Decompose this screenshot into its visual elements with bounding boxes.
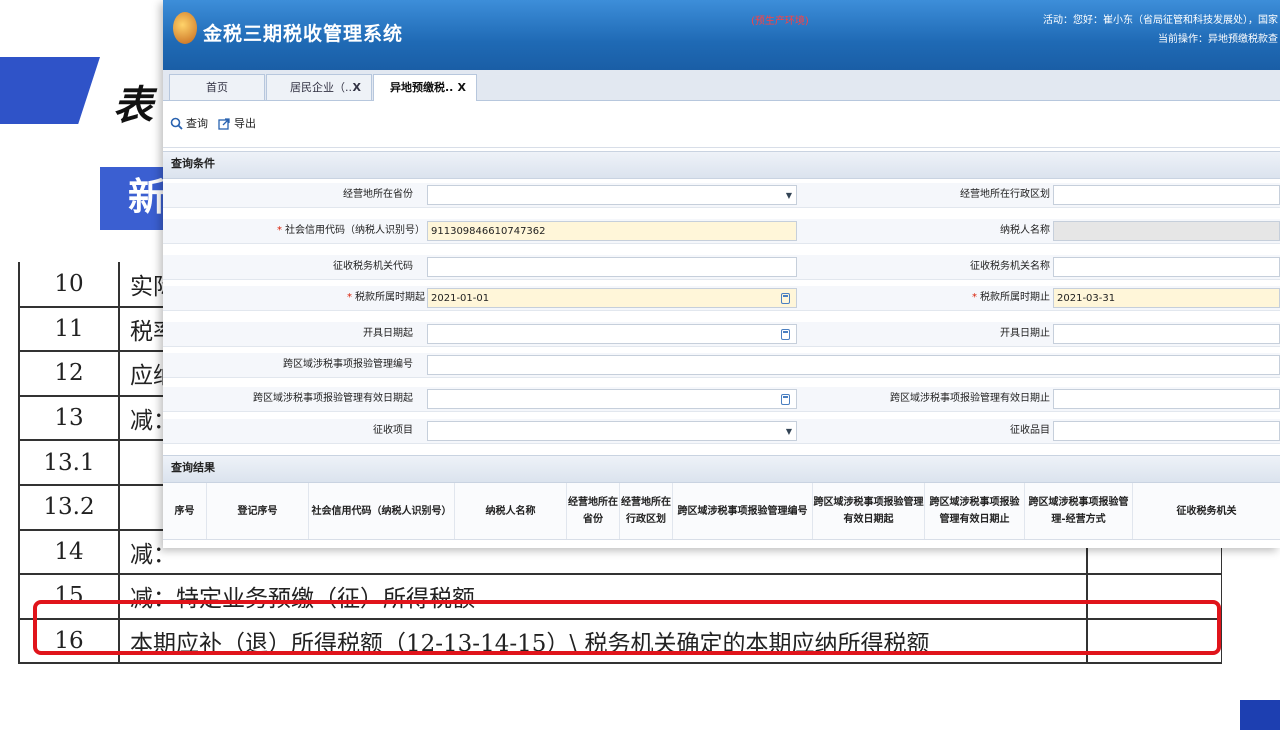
tab-resident-enterprise[interactable]: 居民企业（.. X: [266, 74, 372, 100]
tax-office-name-input[interactable]: [1053, 257, 1280, 277]
tab-label: 异地预缴税..: [390, 81, 454, 94]
search-icon: [170, 117, 183, 130]
levy-item-select[interactable]: ▼: [427, 421, 797, 441]
valid-end-input[interactable]: [1053, 389, 1280, 409]
issue-end-label: 开具日期止: [1000, 328, 1050, 339]
export-icon: [218, 117, 230, 130]
period-start-label-text: 税款所属时期起: [355, 292, 425, 303]
valid-end-label: 跨区域涉税事项报验管理有效日期止: [890, 393, 1050, 404]
form-row: 跨区域涉税事项报验管理编号: [163, 353, 1280, 378]
tab-label: 首页: [206, 81, 228, 94]
period-end-input[interactable]: 2021-03-31: [1053, 288, 1280, 308]
cross-reg-no-label: 跨区域涉税事项报验管理编号: [283, 359, 413, 370]
valid-start-label: 跨区域涉税事项报验管理有效日期起: [253, 393, 413, 404]
credit-code-label: * 社会信用代码（纳税人识别号）: [277, 225, 425, 236]
form-row: 征收项目 ▼ 征收品目: [163, 419, 1280, 444]
district-select[interactable]: [1053, 185, 1280, 205]
query-label: 查询: [186, 117, 208, 130]
form-row: * 税款所属时期起 2021-01-01 * 税款所属时期止 2021-03-31: [163, 286, 1280, 311]
tab-close-icon[interactable]: X: [458, 75, 466, 101]
province-select[interactable]: ▼: [427, 185, 797, 205]
form-row: 征收税务机关代码 征收税务机关名称: [163, 255, 1280, 280]
query-button[interactable]: 查询: [170, 115, 208, 131]
column-header[interactable]: 社会信用代码（纳税人识别号）: [309, 483, 455, 539]
query-results-header: 查询结果: [163, 455, 1280, 483]
credit-code-input[interactable]: 911309846610747362: [427, 221, 797, 241]
column-header[interactable]: 跨区域涉税事项报验管理有效日期止: [925, 483, 1025, 539]
form-row: * 社会信用代码（纳税人识别号） 911309846610747362 纳税人名称: [163, 219, 1280, 244]
column-header[interactable]: 登记序号: [207, 483, 309, 539]
issue-end-input[interactable]: [1053, 324, 1280, 344]
chevron-down-icon: ▼: [785, 191, 792, 200]
column-header[interactable]: 征收税务机关: [1133, 483, 1280, 539]
slide-corner-accent: [1240, 700, 1280, 730]
levy-item-label: 征收项目: [373, 425, 413, 436]
row-number: 10: [18, 262, 120, 308]
app-window: 金税三期税收管理系统 (预生产环境) 活动：您好：崔小东（省局征管和科技发展处）…: [163, 0, 1280, 548]
calendar-icon[interactable]: [781, 394, 790, 405]
column-header[interactable]: 纳税人名称: [455, 483, 567, 539]
highlight-box: [33, 600, 1221, 655]
calendar-icon[interactable]: [781, 329, 790, 340]
tab-home[interactable]: 首页: [169, 74, 265, 100]
row-number: 12: [18, 351, 120, 397]
form-row: 经营地所在省份 ▼ 经营地所在行政区划: [163, 183, 1280, 208]
tax-office-name-label: 征收税务机关名称: [970, 261, 1050, 272]
period-end-label: * 税款所属时期止: [972, 292, 1050, 303]
tab-label: 居民企业（..: [290, 81, 352, 94]
province-label: 经营地所在省份: [343, 189, 413, 200]
column-header[interactable]: 跨区域涉税事项报验管理-经营方式: [1025, 483, 1133, 539]
column-header[interactable]: 跨区域涉税事项报验管理编号: [673, 483, 813, 539]
export-label: 导出: [234, 117, 256, 130]
row-number: 14: [18, 529, 120, 576]
slide-subtitle: 新: [100, 167, 172, 230]
column-header[interactable]: 经营地所在行政区划: [620, 483, 673, 539]
form-row: 跨区域涉税事项报验管理有效日期起 跨区域涉税事项报验管理有效日期止: [163, 387, 1280, 412]
app-header: 金税三期税收管理系统 (预生产环境) 活动：您好：崔小东（省局征管和科技发展处）…: [163, 0, 1280, 70]
results-grid-header: 序号 登记序号 社会信用代码（纳税人识别号） 纳税人名称 经营地所在省份 经营地…: [163, 483, 1280, 540]
taxpayer-name-input[interactable]: [1053, 221, 1280, 241]
cross-reg-no-input[interactable]: [427, 355, 1280, 375]
tab-close-icon[interactable]: X: [353, 75, 361, 101]
period-start-label: * 税款所属时期起: [347, 292, 425, 303]
slide-title: 表: [113, 82, 153, 129]
valid-start-input[interactable]: [427, 389, 797, 409]
environment-tag: (预生产环境): [751, 16, 809, 27]
row-number: 13: [18, 395, 120, 442]
tab-remote-prepayment[interactable]: 异地预缴税.. X: [373, 74, 477, 101]
calendar-icon[interactable]: [781, 293, 790, 304]
tab-bar: 首页 居民企业（.. X 异地预缴税.. X: [163, 70, 1280, 101]
app-title: 金税三期税收管理系统: [203, 23, 404, 45]
credit-code-label-text: 社会信用代码（纳税人识别号）: [285, 225, 425, 236]
column-header[interactable]: 跨区域涉税事项报验管理有效日期起: [813, 483, 925, 539]
tax-office-code-input[interactable]: [427, 257, 797, 277]
row-number: 13.2: [18, 484, 120, 531]
row-number: 13.1: [18, 440, 120, 486]
row-number: 11: [18, 306, 120, 353]
period-end-label-text: 税款所属时期止: [980, 292, 1050, 303]
period-start-value: 2021-01-01: [431, 293, 490, 304]
form-row: 开具日期起 开具日期止: [163, 322, 1280, 347]
column-header[interactable]: 经营地所在省份: [567, 483, 620, 539]
levy-subitem-select[interactable]: [1053, 421, 1280, 441]
export-button[interactable]: 导出: [218, 115, 256, 131]
tax-office-code-label: 征收税务机关代码: [333, 261, 413, 272]
toolbar: 查询 导出: [163, 101, 1280, 148]
current-operation: 当前操作：异地预缴税款查: [1158, 34, 1278, 45]
period-start-input[interactable]: 2021-01-01: [427, 288, 797, 308]
district-label: 经营地所在行政区划: [960, 189, 1050, 200]
query-conditions-header: 查询条件: [163, 151, 1280, 179]
chevron-down-icon: ▼: [785, 427, 792, 436]
user-info: 活动：您好：崔小东（省局征管和科技发展处），国家: [1043, 15, 1278, 26]
issue-start-label: 开具日期起: [363, 328, 413, 339]
issue-start-input[interactable]: [427, 324, 797, 344]
column-header[interactable]: 序号: [163, 483, 207, 539]
taxpayer-name-label: 纳税人名称: [1000, 225, 1050, 236]
slide-accent-band: [0, 57, 101, 124]
tax-logo-icon: [173, 12, 197, 44]
levy-subitem-label: 征收品目: [1010, 425, 1050, 436]
